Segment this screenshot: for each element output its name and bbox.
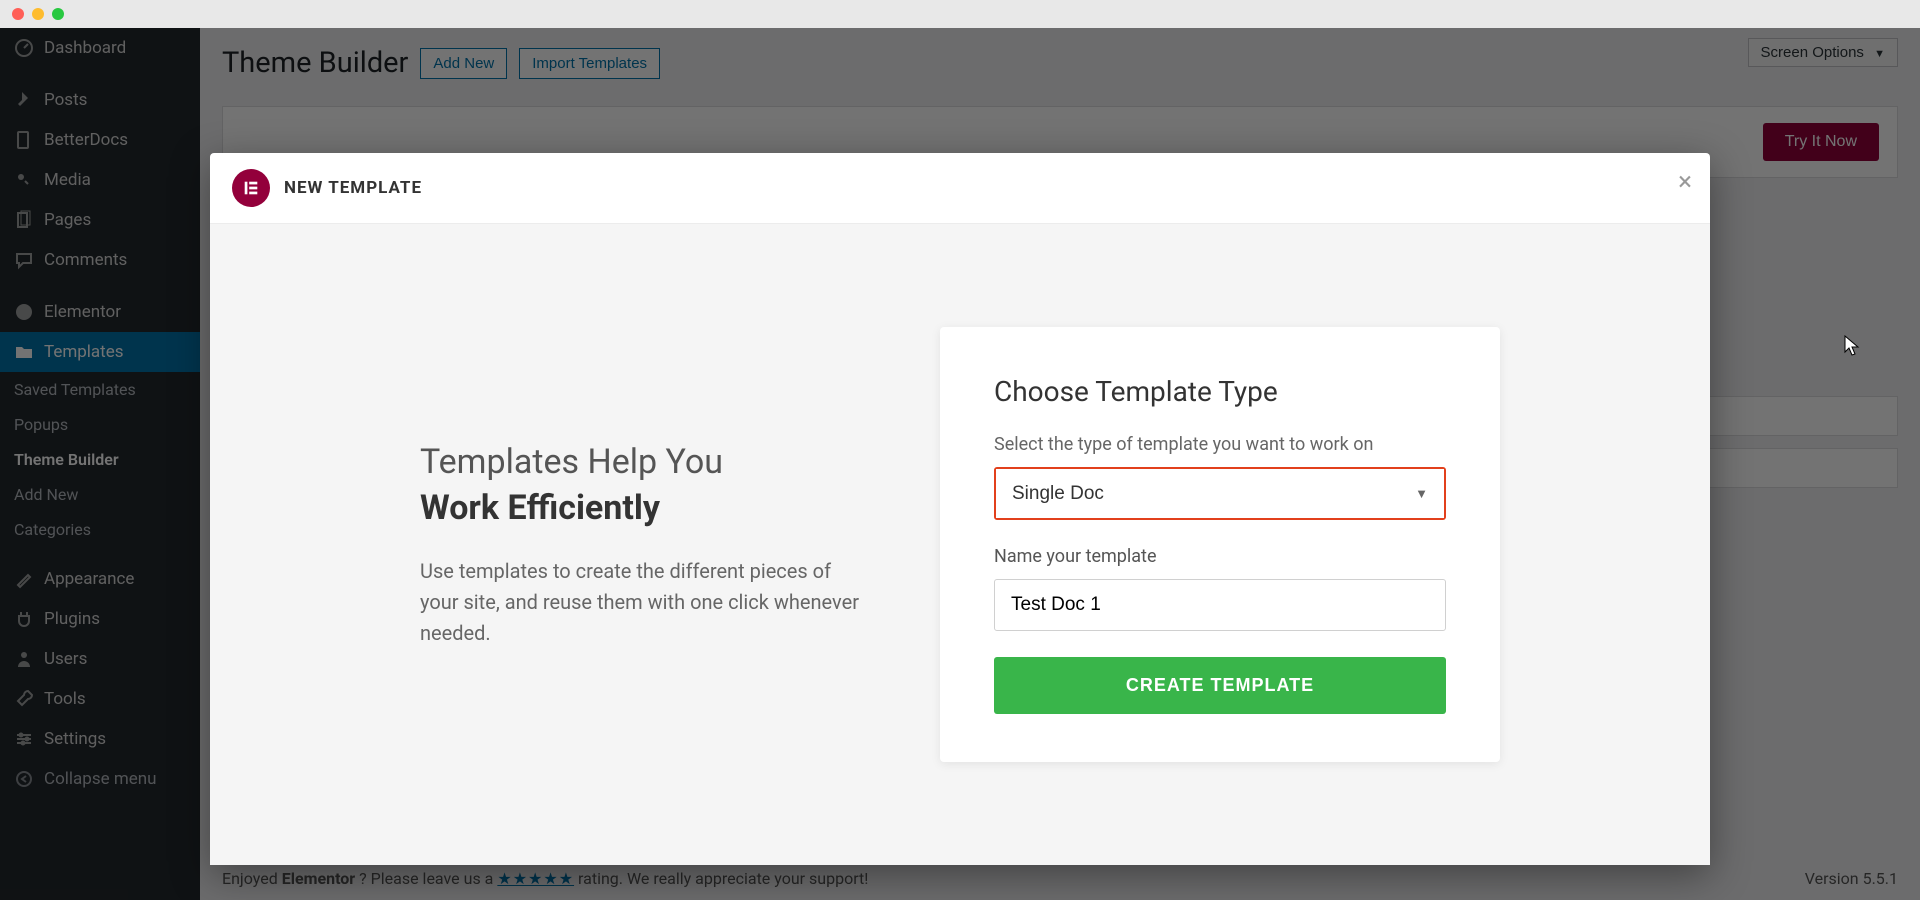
name-label: Name your template bbox=[994, 546, 1446, 567]
modal-close-button[interactable]: × bbox=[1678, 167, 1692, 197]
modal-headline-line2: Work Efficiently bbox=[420, 486, 860, 532]
template-name-input[interactable] bbox=[994, 579, 1446, 631]
create-template-button[interactable]: CREATE TEMPLATE bbox=[994, 657, 1446, 714]
new-template-modal: NEW TEMPLATE × Templates Help You Work E… bbox=[210, 153, 1710, 865]
card-title: Choose Template Type bbox=[994, 375, 1446, 408]
mac-min-dot[interactable] bbox=[32, 8, 44, 20]
template-type-select-wrap: Single Doc ▼ bbox=[994, 467, 1446, 520]
modal-headline-line1: Templates Help You bbox=[420, 442, 723, 482]
modal-body: Templates Help You Work Efficiently Use … bbox=[210, 224, 1710, 865]
modal-header: NEW TEMPLATE × bbox=[210, 153, 1710, 224]
modal-headline: Templates Help You Work Efficiently bbox=[420, 440, 860, 532]
modal-paragraph: Use templates to create the different pi… bbox=[420, 556, 860, 649]
mac-max-dot[interactable] bbox=[52, 8, 64, 20]
mac-titlebar bbox=[0, 0, 1920, 28]
mac-close-dot[interactable] bbox=[12, 8, 24, 20]
card-subtitle: Select the type of template you want to … bbox=[994, 434, 1446, 455]
template-type-select[interactable]: Single Doc bbox=[996, 469, 1444, 518]
modal-left-copy: Templates Help You Work Efficiently Use … bbox=[420, 440, 860, 649]
mouse-cursor-icon bbox=[1844, 335, 1860, 357]
modal-form-card: Choose Template Type Select the type of … bbox=[940, 327, 1500, 762]
elementor-logo-icon bbox=[232, 169, 270, 207]
modal-title: NEW TEMPLATE bbox=[284, 178, 422, 198]
app-root: Dashboard Posts BetterDocs Media Pages bbox=[0, 28, 1920, 900]
close-icon: × bbox=[1678, 167, 1692, 197]
